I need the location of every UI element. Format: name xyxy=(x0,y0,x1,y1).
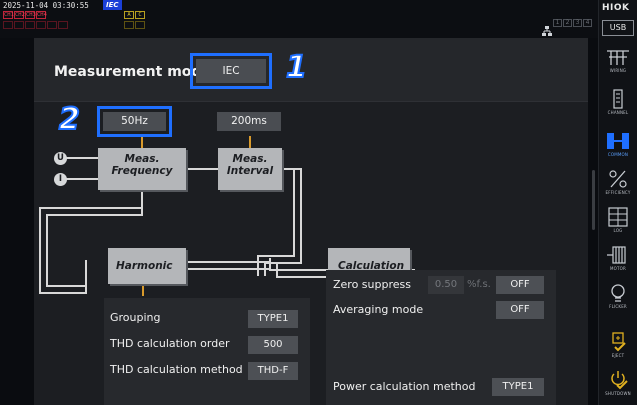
aux-indicators-row2 xyxy=(124,21,145,29)
log-icon xyxy=(608,207,628,227)
meas-frequency-block: Meas. Frequency xyxy=(98,148,186,190)
sidebar-item-common[interactable]: COMMON xyxy=(600,127,636,163)
channel-icon xyxy=(613,89,623,109)
channel-indicator xyxy=(36,21,46,29)
wiring-icon xyxy=(607,50,629,65)
zero-suppress-value: 0.50 xyxy=(428,276,464,294)
sidebar-item-label: CHANNEL xyxy=(607,110,629,115)
channel-indicator xyxy=(3,21,13,29)
sidebar-item-eject[interactable]: EJECT xyxy=(600,328,636,364)
sidebar-item-label: MOTOR xyxy=(610,266,626,271)
brand-logo: HIOK xyxy=(602,3,630,13)
scrollbar[interactable] xyxy=(592,170,595,230)
power-calc-value[interactable]: TYPE1 xyxy=(492,378,544,396)
channel-indicator: CH3 xyxy=(25,11,36,19)
sidebar-item-wiring[interactable]: WIRING xyxy=(600,43,636,79)
sidebar-item-flicker[interactable]: FLICKER xyxy=(600,279,636,315)
interval-button[interactable]: 200ms xyxy=(217,112,281,131)
mode-badge: IEC xyxy=(103,0,122,10)
voltage-input-port: U xyxy=(54,152,67,165)
sidebar-item-label: SHUTDOWN xyxy=(605,391,631,396)
meas-interval-line1: Meas. xyxy=(232,153,268,165)
zero-suppress-label: Zero suppress xyxy=(333,278,411,291)
flicker-icon xyxy=(611,284,625,302)
usb-indicator[interactable]: USB xyxy=(602,20,634,36)
aux-indicator xyxy=(135,21,145,29)
channel-indicator: CH1 xyxy=(3,11,14,19)
sidebar-item-label: EJECT xyxy=(611,353,625,358)
sidebar-item-label: WIRING xyxy=(609,68,627,73)
averaging-mode-label: Averaging mode xyxy=(333,303,424,316)
callout-2: 2 xyxy=(58,101,81,138)
right-sidebar: HIOK USB WIRING CHANNEL COMMON EFFICIENC… xyxy=(598,0,637,405)
power-calc-label: Power calculation method xyxy=(333,380,476,393)
efficiency-icon xyxy=(609,170,627,188)
aux-indicators-row1: A C xyxy=(124,11,145,19)
calculation-settings-panel: Zero suppress 0.50 %f.s. OFF Averaging m… xyxy=(326,270,556,405)
zero-suppress-toggle[interactable]: OFF xyxy=(496,276,544,294)
current-input-port: I xyxy=(54,173,67,186)
channel-indicator xyxy=(58,21,68,29)
settings-panel: Measurement mode IEC 1 50Hz 2 200ms U I … xyxy=(34,38,588,405)
shutdown-icon xyxy=(611,371,628,390)
channel-indicator xyxy=(14,21,24,29)
harmonic-label: Harmonic xyxy=(116,260,173,272)
averaging-mode-value[interactable]: OFF xyxy=(496,301,544,319)
slot-indicator: 4 xyxy=(583,19,592,27)
eject-icon xyxy=(612,332,626,352)
sidebar-item-label: FLICKER xyxy=(609,304,627,309)
channel-indicator xyxy=(47,21,57,29)
sidebar-item-label: COMMON xyxy=(607,152,629,157)
slot-indicator: 1 xyxy=(553,19,562,27)
grouping-value[interactable]: TYPE1 xyxy=(248,310,298,328)
meas-interval-line2: Interval xyxy=(226,165,274,177)
common-icon xyxy=(607,133,629,149)
status-bar: 2025-11-04 03:30:55 IEC CH1 CH2 CH3 CH4 … xyxy=(0,0,598,38)
aux-indicator: C xyxy=(135,11,145,19)
channel-indicator xyxy=(25,21,35,29)
aux-indicator xyxy=(124,21,134,29)
thd-order-value[interactable]: 500 xyxy=(248,336,298,354)
sidebar-item-label: LOG xyxy=(613,228,623,233)
meas-frequency-line1: Meas. xyxy=(124,153,160,165)
harmonic-block: Harmonic xyxy=(108,248,186,284)
thd-order-label: THD calculation order xyxy=(110,337,230,350)
meas-interval-block: Meas. Interval xyxy=(218,148,282,190)
sidebar-item-log[interactable]: LOG xyxy=(600,203,636,239)
sidebar-item-label: EFFICIENCY xyxy=(605,190,631,195)
slot-indicator: 3 xyxy=(573,19,582,27)
slot-indicator: 2 xyxy=(563,19,572,27)
frequency-button[interactable]: 50Hz xyxy=(97,106,172,137)
channel-indicator: CH4 xyxy=(36,11,47,19)
sidebar-item-channel[interactable]: CHANNEL xyxy=(600,85,636,121)
channel-indicators-row2 xyxy=(3,21,68,29)
datetime-display: 2025-11-04 03:30:55 xyxy=(3,1,89,10)
harmonic-settings-panel: Grouping TYPE1 THD calculation order 500… xyxy=(104,298,310,405)
thd-method-label: THD calculation method xyxy=(110,363,243,376)
thd-method-value[interactable]: THD-F xyxy=(248,362,298,380)
meas-frequency-line2: Frequency xyxy=(111,165,173,177)
sidebar-item-efficiency[interactable]: EFFICIENCY xyxy=(600,165,636,201)
sidebar-item-motor[interactable]: MOTOR xyxy=(600,241,636,277)
channel-indicators-row1: CH1 CH2 CH3 CH4 xyxy=(3,11,47,19)
zero-suppress-unit: %f.s. xyxy=(467,279,491,290)
grouping-label: Grouping xyxy=(110,311,161,324)
aux-indicator: A xyxy=(124,11,134,19)
motor-icon xyxy=(607,246,626,264)
sidebar-item-shutdown[interactable]: SHUTDOWN xyxy=(600,366,636,402)
channel-indicator: CH2 xyxy=(14,11,25,19)
